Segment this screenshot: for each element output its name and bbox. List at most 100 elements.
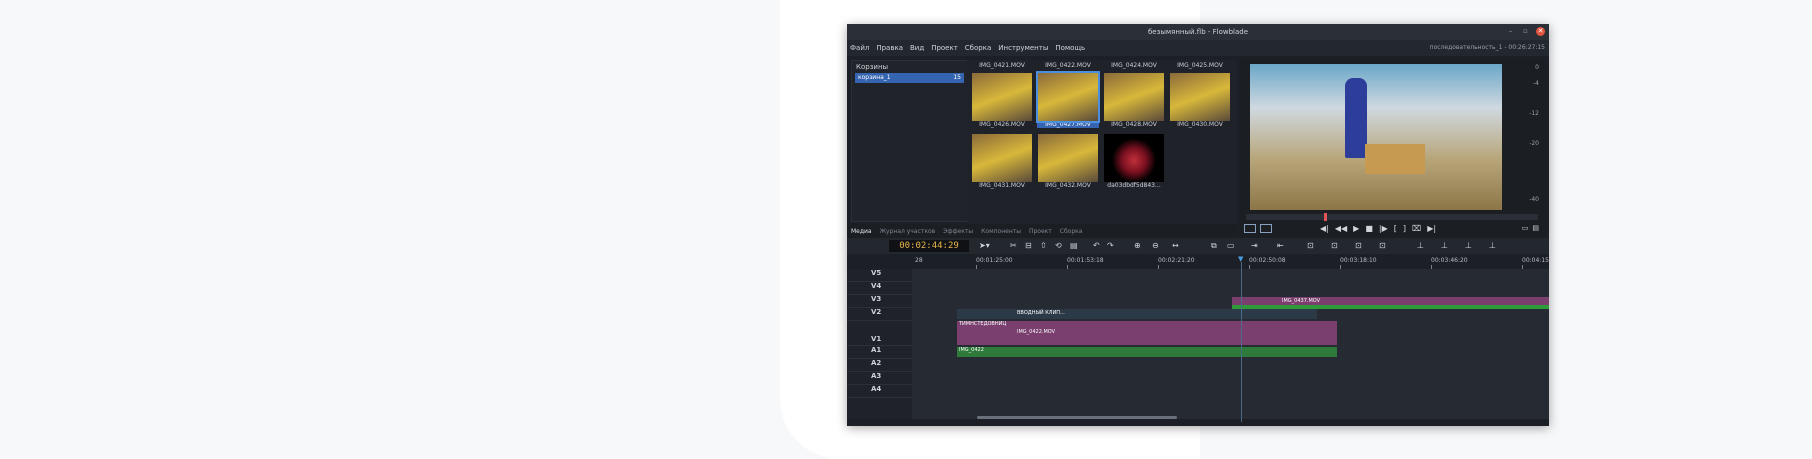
clip-name: IMG_0431.MOV bbox=[979, 182, 1025, 189]
ruler-label: 00:02:50:08 bbox=[1249, 257, 1286, 264]
ruler-label: 00:03:18:10 bbox=[1340, 257, 1377, 264]
timeline-view-button[interactable] bbox=[1244, 224, 1256, 233]
playhead-line[interactable] bbox=[1241, 262, 1242, 422]
timeline-clip-a1[interactable]: IMG_0422 bbox=[957, 347, 1337, 357]
preview-figure bbox=[1345, 78, 1367, 158]
tab-project[interactable]: Проект bbox=[1029, 228, 1052, 235]
menu-render[interactable]: Сборка bbox=[965, 44, 991, 52]
play-icon[interactable]: ▶ bbox=[1353, 224, 1359, 233]
trim-end-icon[interactable]: ⊥ bbox=[1441, 241, 1448, 251]
track-label: V5 bbox=[871, 269, 882, 277]
layout-icon[interactable]: ▭ bbox=[1522, 224, 1529, 232]
undo-icon[interactable]: ↶ bbox=[1093, 241, 1100, 251]
clip-thumbnail bbox=[1170, 73, 1230, 121]
panel-tabs: Медиа Журнал участков Эффекты Компоненты… bbox=[847, 224, 1237, 238]
track-label: V2 bbox=[871, 308, 882, 316]
bin-label: корзина_1 bbox=[858, 74, 891, 81]
sync-icon[interactable]: ⊡ bbox=[1379, 241, 1386, 251]
menu-file[interactable]: Файл bbox=[850, 44, 869, 52]
scrubber-head[interactable] bbox=[1324, 213, 1327, 221]
track-label: V3 bbox=[871, 295, 882, 303]
media-clip[interactable]: IMG_0422.MOV bbox=[1037, 62, 1099, 69]
timeline-clip-v2[interactable]: ВВОДНЫЙ КЛИП... bbox=[957, 309, 1317, 319]
cut-icon[interactable]: ✂ bbox=[1010, 241, 1017, 251]
resync-icon[interactable]: ⟲ bbox=[1055, 241, 1062, 251]
tab-media[interactable]: Медиа bbox=[851, 228, 872, 235]
clip-name: IMG_0426.MOV bbox=[979, 121, 1025, 128]
media-clip[interactable]: IMG_0428.MOV bbox=[1103, 73, 1165, 128]
menu-edit[interactable]: Правка bbox=[876, 44, 903, 52]
clip-thumbnail bbox=[972, 134, 1032, 182]
timeline-scrollbar[interactable] bbox=[977, 416, 1177, 419]
flowblade-window: безымянный.flb - Flowblade – ▫ ✕ Файл Пр… bbox=[847, 24, 1549, 426]
three-point-icon[interactable]: ⊡ bbox=[1331, 241, 1338, 251]
track-label: A3 bbox=[871, 372, 882, 380]
media-clip[interactable]: IMG_0425.MOV bbox=[1169, 62, 1231, 69]
stop-icon[interactable]: ■ bbox=[1365, 224, 1373, 233]
menu-view[interactable]: Вид bbox=[910, 44, 924, 52]
clip-name: IMG_0425.MOV bbox=[1177, 62, 1223, 69]
clip-name: da03dbdf5d843... bbox=[1107, 182, 1161, 189]
clip-view-button[interactable] bbox=[1260, 224, 1272, 233]
overwrite-icon[interactable]: ⊡ bbox=[1307, 241, 1314, 251]
prev-frame-icon[interactable]: ◀| bbox=[1320, 224, 1329, 233]
bins-panel: Корзины корзина_1 15 bbox=[851, 60, 968, 222]
snapping-icon[interactable]: ⧉ bbox=[1211, 241, 1217, 251]
menu-project[interactable]: Проект bbox=[931, 44, 958, 52]
to-mark-icon[interactable]: ▶| bbox=[1427, 224, 1436, 233]
monitor-scrubber[interactable] bbox=[1246, 213, 1538, 221]
clip-label: ВВОДНЫЙ КЛИП... bbox=[1017, 310, 1065, 316]
redo-icon[interactable]: ↷ bbox=[1107, 241, 1114, 251]
magnet-icon[interactable]: ▭ bbox=[1227, 241, 1235, 251]
timeline-clip-v1[interactable]: ТИМНСТЕДОВНИЦ IMG_0422.MOV bbox=[957, 321, 1337, 345]
clip-label: ТИМНСТЕДОВНИЦ bbox=[959, 321, 1007, 327]
transport-controls: ◀| ◀◀ ▶ ■ |▶ [ ] ⌧ ▶| bbox=[1320, 224, 1436, 233]
lift-icon[interactable]: ⇧ bbox=[1040, 241, 1047, 251]
insert-icon[interactable]: ⇥ bbox=[1251, 241, 1258, 251]
minimize-button[interactable]: – bbox=[1506, 27, 1515, 36]
close-button[interactable]: ✕ bbox=[1536, 27, 1545, 36]
media-clip[interactable]: IMG_0421.MOV bbox=[971, 62, 1033, 69]
media-clip[interactable]: da03dbdf5d843... bbox=[1103, 134, 1165, 189]
track-headers: V5 V4 V3 V2 V1 A1 A2 A3 A4 bbox=[847, 269, 1549, 419]
clear-marks-icon[interactable]: ⌧ bbox=[1412, 224, 1421, 233]
timeline-lanes[interactable]: IMG_0437.MOV ВВОДНЫЙ КЛИП... ТИМНСТЕДОВН… bbox=[912, 269, 1549, 419]
media-clip[interactable]: IMG_0430.MOV bbox=[1169, 73, 1231, 128]
tab-effects[interactable]: Эффекты bbox=[943, 228, 973, 235]
zoom-fit-icon[interactable]: ↔ bbox=[1172, 241, 1179, 251]
media-clip-selected[interactable]: IMG_0427.MOV bbox=[1036, 71, 1100, 128]
trim-start-icon[interactable]: ⊥ bbox=[1417, 241, 1424, 251]
splice-out-icon[interactable]: ⊟ bbox=[1025, 241, 1032, 251]
menu-help[interactable]: Помощь bbox=[1055, 44, 1085, 52]
delete-icon[interactable]: ▤ bbox=[1070, 241, 1078, 251]
tab-range-log[interactable]: Журнал участков bbox=[880, 228, 936, 235]
media-clip[interactable]: IMG_0424.MOV bbox=[1103, 62, 1165, 69]
tab-render[interactable]: Сборка bbox=[1060, 228, 1083, 235]
split-icon[interactable]: ▤ bbox=[1532, 224, 1539, 232]
append-icon[interactable]: ⇤ bbox=[1277, 241, 1284, 251]
mark-in-icon[interactable]: [ bbox=[1394, 224, 1397, 233]
next-frame-icon[interactable]: |▶ bbox=[1379, 224, 1388, 233]
clip-name: IMG_0430.MOV bbox=[1177, 121, 1223, 128]
vu-label: -4 bbox=[1533, 80, 1539, 87]
rewind-icon[interactable]: ◀◀ bbox=[1335, 224, 1347, 233]
zoom-out-icon[interactable]: ⊖ bbox=[1152, 241, 1159, 251]
slip-icon[interactable]: ⊥ bbox=[1465, 241, 1472, 251]
menu-tools[interactable]: Инструменты bbox=[998, 44, 1048, 52]
media-clip[interactable]: IMG_0431.MOV bbox=[971, 134, 1033, 189]
clip-name: IMG_0427.MOV bbox=[1037, 121, 1099, 128]
timeline-ruler[interactable]: 28 00:01:25:00 00:01:53:18 00:02:21:20 0… bbox=[912, 255, 1549, 269]
bin-item[interactable]: корзина_1 15 bbox=[855, 73, 964, 83]
media-clip[interactable]: IMG_0426.MOV bbox=[971, 73, 1033, 128]
clip-thumbnail bbox=[1038, 134, 1098, 182]
maximize-button[interactable]: ▫ bbox=[1521, 27, 1530, 36]
tab-compositors[interactable]: Компоненты bbox=[981, 228, 1021, 235]
media-clip[interactable]: IMG_0432.MOV bbox=[1037, 134, 1099, 189]
mark-out-icon[interactable]: ] bbox=[1403, 224, 1406, 233]
range-overwrite-icon[interactable]: ⊡ bbox=[1355, 241, 1362, 251]
media-panel: IMG_0421.MOV IMG_0422.MOV IMG_0424.MOV I… bbox=[967, 60, 1237, 246]
bin-count: 15 bbox=[953, 74, 961, 81]
ripple-icon[interactable]: ⊥ bbox=[1489, 241, 1496, 251]
pointer-tool-icon[interactable]: ➤▾ bbox=[979, 241, 990, 251]
zoom-in-icon[interactable]: ⊕ bbox=[1134, 241, 1141, 251]
